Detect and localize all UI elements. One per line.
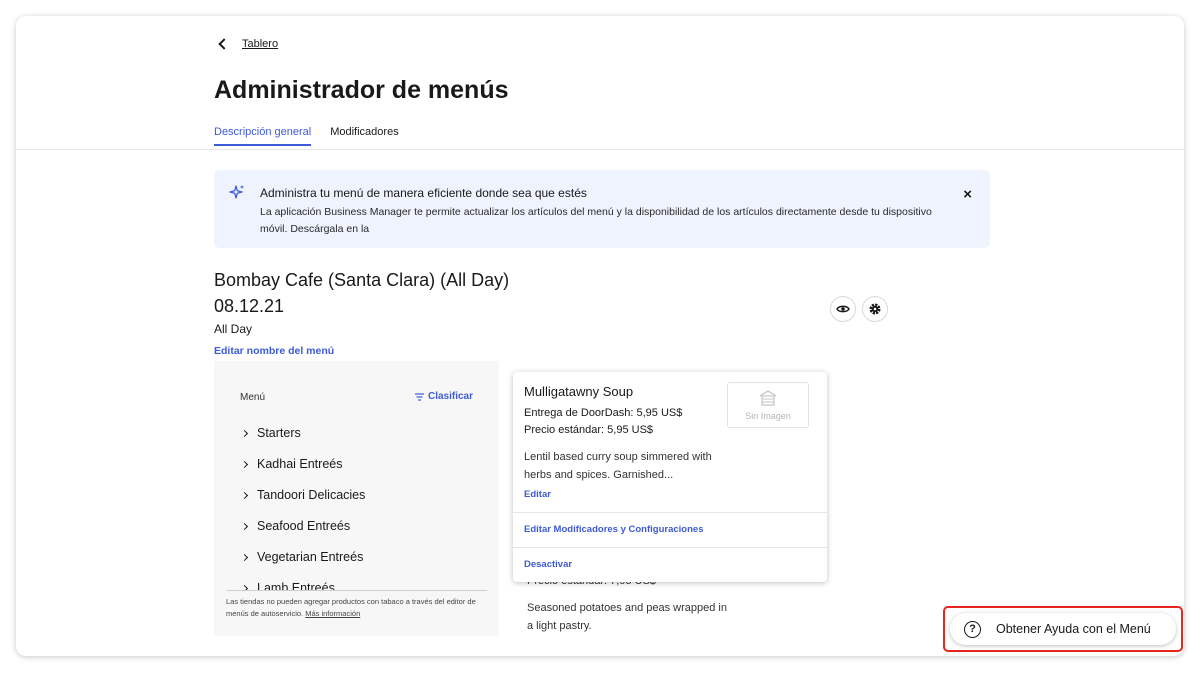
close-icon[interactable]: × xyxy=(963,186,972,203)
panel-footer: Las tiendas no pueden agregar productos … xyxy=(214,590,499,636)
info-banner: Administra tu menú de manera eficiente d… xyxy=(214,170,990,248)
category-item[interactable]: Seafood Entreés xyxy=(240,519,350,533)
menu-hours: All Day xyxy=(214,322,253,336)
tobacco-notice: Las tiendas no pueden agregar productos … xyxy=(226,596,496,620)
store-icon xyxy=(759,390,777,406)
tab-bar: Descripción general Modificadores xyxy=(214,126,399,146)
sparkle-icon xyxy=(229,185,244,199)
edit-menu-name-link[interactable]: Editar nombre del menú xyxy=(214,345,334,357)
category-item[interactable]: Vegetarian Entreés xyxy=(240,550,363,564)
item-name: Mulligatawny Soup xyxy=(524,384,634,399)
item-description: Lentil based curry soup simmered with he… xyxy=(524,451,712,481)
category-item[interactable]: Tandoori Delicacies xyxy=(240,488,365,502)
banner-title: Administra tu menú de manera eficiente d… xyxy=(260,186,587,200)
item-doordash-price: Entrega de DoorDash: 5,95 US$ xyxy=(524,407,683,419)
divider xyxy=(513,512,827,513)
menu-date: 08.12.21 xyxy=(214,296,285,316)
panel-header: Menú xyxy=(240,392,266,403)
help-button-label[interactable]: Obtener Ayuda con el Menú xyxy=(996,622,1151,636)
banner-body: La aplicación Business Manager te permit… xyxy=(260,206,932,235)
settings-button[interactable] xyxy=(862,296,888,322)
gear-icon xyxy=(869,303,881,315)
category-label[interactable]: Tandoori Delicacies xyxy=(257,488,365,502)
more-info-link[interactable]: Más información xyxy=(305,609,360,618)
category-label[interactable]: Vegetarian Entreés xyxy=(257,550,363,564)
category-label[interactable]: Seafood Entreés xyxy=(257,519,350,533)
tabs-divider xyxy=(16,149,1184,150)
tab-modifiers[interactable]: Modificadores xyxy=(330,126,398,146)
sort-button[interactable]: Clasificar xyxy=(414,391,473,402)
edit-modifiers-link[interactable]: Editar Modificadores y Configuraciones xyxy=(524,524,703,535)
item-description: Seasoned potatoes and peas wrapped in a … xyxy=(527,602,727,632)
back-link-dashboard[interactable]: Tablero xyxy=(242,38,278,50)
question-icon: ? xyxy=(964,620,981,638)
category-label[interactable]: Kadhai Entreés xyxy=(257,457,342,471)
preview-button[interactable] xyxy=(830,296,856,322)
back-navigation[interactable]: Tablero xyxy=(216,38,278,50)
tab-overview[interactable]: Descripción general xyxy=(214,126,312,146)
category-item[interactable]: Kadhai Entreés xyxy=(240,457,342,471)
category-panel: Menú Clasificar Starters Kadhai Entreés … xyxy=(214,361,499,636)
chevron-right-icon xyxy=(240,429,249,437)
page-title: Administrador de menús xyxy=(214,76,509,104)
chevron-right-icon xyxy=(240,522,249,530)
chevron-right-icon xyxy=(240,491,249,499)
category-label[interactable]: Starters xyxy=(257,426,301,440)
item-card[interactable]: Mulligatawny Soup Entrega de DoorDash: 5… xyxy=(513,372,827,582)
chevron-right-icon xyxy=(240,553,249,561)
divider xyxy=(226,590,487,591)
sort-icon xyxy=(414,392,424,401)
category-item[interactable]: Starters xyxy=(240,426,301,440)
sort-label[interactable]: Clasificar xyxy=(428,391,473,402)
menu-manager-window: Tablero Administrador de menús Descripci… xyxy=(16,16,1184,656)
eye-icon xyxy=(836,305,850,313)
chevron-left-icon[interactable] xyxy=(218,38,230,50)
help-button[interactable]: ? Obtener Ayuda con el Menú xyxy=(950,613,1176,645)
deactivate-link[interactable]: Desactivar xyxy=(524,559,572,570)
menu-name: Bombay Cafe (Santa Clara) (All Day) xyxy=(214,270,510,290)
item-image-placeholder: Sin Imagen xyxy=(727,382,809,428)
no-image-label: Sin Imagen xyxy=(745,411,791,421)
chevron-right-icon xyxy=(240,460,249,468)
edit-item-link[interactable]: Editar xyxy=(524,489,551,500)
divider xyxy=(513,547,827,548)
item-standard-price: Precio estándar: 5,95 US$ xyxy=(524,424,654,436)
